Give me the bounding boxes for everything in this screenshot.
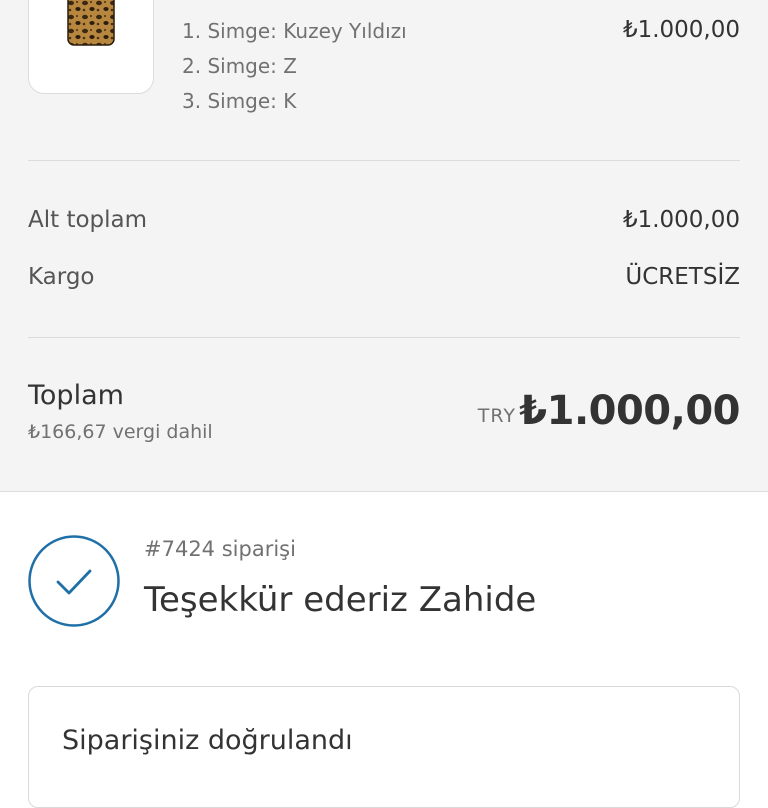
tax-note: ₺166,67 vergi dahil — [28, 421, 213, 443]
checkmark-circle-icon — [28, 535, 120, 627]
currency-code: TRY — [477, 405, 516, 427]
order-confirmed-title: Siparişiniz doğrulandı — [62, 725, 353, 756]
variant-line-1: 1. Simge: Kuzey Yıldızı — [182, 19, 407, 43]
order-confirmed-card: Siparişiniz doğrulandı — [28, 686, 740, 808]
item-price: ₺1.000,00 — [622, 17, 740, 43]
variant-line-2: 2. Simge: Z — [182, 54, 297, 78]
divider — [28, 160, 740, 161]
variant-line-3: 3. Simge: K — [182, 89, 297, 113]
subtotal-value: ₺1.000,00 — [622, 207, 740, 233]
shipping-value: ÜCRETSİZ — [625, 264, 740, 290]
subtotal-label: Alt toplam — [28, 207, 148, 233]
order-summary: 1. Simge: Kuzey Yıldızı 2. Simge: Z 3. S… — [0, 0, 768, 492]
thank-you-heading: Teşekkür ederiz Zahide — [144, 580, 537, 620]
phone-case-image — [67, 0, 115, 46]
total-value: ₺1.000,00 — [519, 388, 740, 434]
order-number: #7424 siparişi — [144, 537, 296, 561]
product-thumbnail — [28, 0, 154, 94]
divider — [28, 337, 740, 338]
total-label: Toplam — [28, 380, 124, 411]
shipping-label: Kargo — [28, 264, 95, 290]
